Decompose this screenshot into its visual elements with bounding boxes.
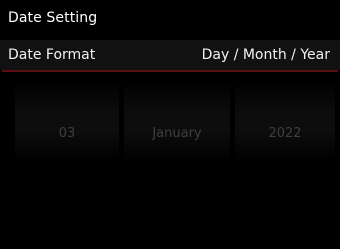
page-title: Date Setting: [8, 10, 98, 26]
date-format-value: Day / Month / Year: [201, 47, 330, 63]
year-picker-column[interactable]: 2022: [235, 82, 335, 162]
date-picker: 03 January 2022: [0, 72, 340, 172]
month-picker-column[interactable]: January: [124, 82, 230, 162]
month-value: January: [152, 126, 202, 141]
date-format-label: Date Format: [8, 47, 96, 63]
day-picker-column[interactable]: 03: [15, 82, 119, 162]
year-value: 2022: [268, 126, 302, 141]
day-value: 03: [58, 126, 76, 141]
date-format-row[interactable]: Date Format Day / Month / Year: [0, 40, 340, 70]
title-bar: Date Setting: [0, 0, 340, 36]
date-setting-screen: Date Setting Date Format Day / Month / Y…: [0, 0, 340, 249]
